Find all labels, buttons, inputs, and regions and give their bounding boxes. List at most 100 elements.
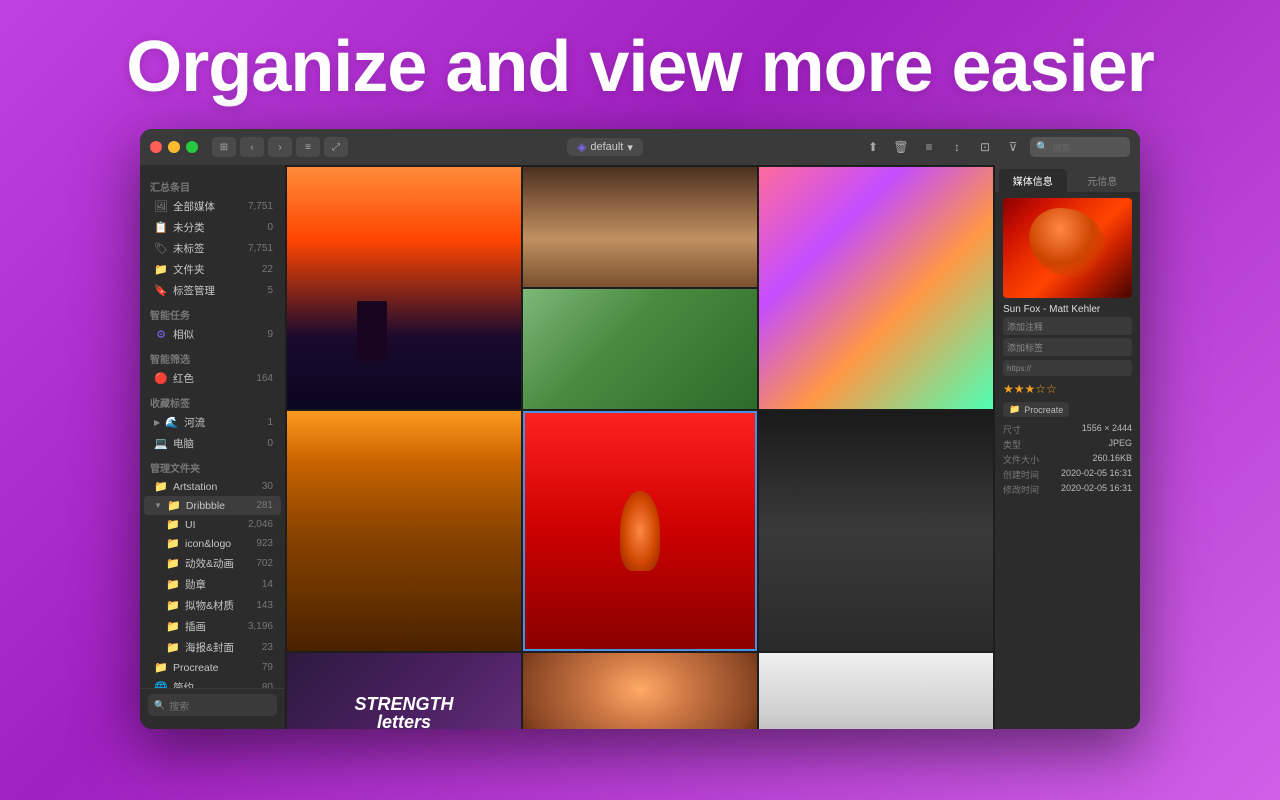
sidebar-item-animation[interactable]: 📁 动效&动画 702: [144, 553, 281, 574]
back-btn[interactable]: ‹: [240, 137, 264, 157]
poster-icon: 📁: [166, 641, 180, 654]
sidebar-item-folders[interactable]: 📁 文件夹 22: [144, 259, 281, 280]
materials-label: 拟物&材质: [185, 598, 248, 613]
grid-item-portrait[interactable]: [523, 653, 757, 729]
sidebar-item-materials[interactable]: 📁 拟物&材质 143: [144, 595, 281, 616]
grid-item-bird[interactable]: [523, 289, 757, 409]
red-icon: 🔴: [154, 372, 168, 385]
sidebar-item-computer[interactable]: 💻 电脑 0: [144, 433, 281, 454]
metadata-section: 尺寸 1556 × 2444 类型 JPEG 文件大小 260.16KB 创: [1003, 423, 1132, 496]
dribbble-icon: 📁: [167, 499, 181, 512]
artwork-title: Sun Fox - Matt Kehler: [1003, 304, 1132, 315]
expand-btn[interactable]: ⤢: [324, 137, 348, 157]
search-icon: 🔍: [1036, 142, 1048, 153]
titlebar: ⊞ ‹ › ≡ ⤢ ◈ default ▾ ⬆ 🗑 ≡ ↕ ⊡ ⊽ 🔍 搜索: [140, 129, 1140, 165]
traffic-light-green[interactable]: [186, 141, 198, 153]
section-smart-filter: 智能筛选: [140, 345, 285, 368]
sidebar-item-red[interactable]: 🔴 红色 164: [144, 368, 281, 389]
river-label: 河流: [184, 415, 248, 430]
tag-mgmt-count: 5: [253, 285, 273, 296]
grid-item-fashion[interactable]: [759, 411, 993, 651]
grid-view-btn[interactable]: ⊞: [212, 137, 236, 157]
nav-controls: ⊞ ‹ › ≡ ⤢: [212, 137, 348, 157]
sidebar-item-dribbble[interactable]: ▼ 📁 Dribbble 281: [144, 496, 281, 515]
star-rating[interactable]: ★★★☆☆: [1003, 382, 1132, 396]
sidebar-item-similar[interactable]: ⚙ 相似 9: [144, 324, 281, 345]
minimal-icon: 🌐: [154, 681, 168, 688]
right-panel-content: Sun Fox - Matt Kehler 添加注释 添加标签 https://…: [995, 192, 1140, 729]
search-box[interactable]: 🔍 搜索: [1030, 137, 1130, 157]
comment-input[interactable]: 添加注释: [1003, 317, 1132, 335]
sidebar-item-medals[interactable]: 📁 勋章 14: [144, 574, 281, 595]
computer-icon: 💻: [154, 437, 168, 450]
list-view-btn[interactable]: ≡: [296, 137, 320, 157]
sidebar-search[interactable]: 🔍 搜索: [148, 694, 277, 716]
sidebar-item-river[interactable]: ▶ 🌊 河流 1: [144, 412, 281, 433]
app-body: 汇总条目 🖼 全部媒体 7,751 📋 未分类 0 🏷 未标签 7,: [140, 165, 1140, 729]
filter-icon[interactable]: ⊽: [1002, 136, 1024, 158]
tag-input[interactable]: 添加标签: [1003, 338, 1132, 356]
all-media-icon: 🖼: [154, 200, 168, 213]
artstation-label: Artstation: [173, 481, 248, 493]
computer-label: 电脑: [173, 436, 248, 451]
chevron-down-icon: ▾: [627, 141, 633, 154]
untagged-count: 7,751: [248, 243, 273, 254]
procreate-count: 79: [253, 662, 273, 673]
tag-mgmt-label: 标签管理: [173, 283, 248, 298]
sort-icon[interactable]: ↕: [946, 136, 968, 158]
tab-media-info[interactable]: 媒体信息: [999, 169, 1067, 192]
sidebar-item-tag-mgmt[interactable]: 🔖 标签管理 5: [144, 280, 281, 301]
uncategorized-label: 未分类: [173, 220, 248, 235]
size-label: 尺寸: [1003, 423, 1021, 436]
grid-item-fantasy[interactable]: [287, 167, 521, 409]
sidebar-item-artstation[interactable]: 📁 Artstation 30: [144, 477, 281, 496]
search-placeholder: 搜索: [1052, 141, 1070, 154]
untagged-label: 未标签: [173, 241, 243, 256]
sidebar-search-placeholder: 搜索: [169, 698, 189, 713]
forward-btn[interactable]: ›: [268, 137, 292, 157]
traffic-light-yellow[interactable]: [168, 141, 180, 153]
procreate-icon: 📁: [154, 661, 168, 674]
right-panel: 媒体信息 元信息 Sun Fox - Matt Kehler 添加注释: [995, 165, 1140, 729]
sidebar-item-uncategorized[interactable]: 📋 未分类 0: [144, 217, 281, 238]
sidebar-item-all-media[interactable]: 🖼 全部媒体 7,751: [144, 196, 281, 217]
animation-label: 动效&动画: [185, 556, 248, 571]
folders-count: 22: [253, 264, 273, 275]
uncategorized-icon: 📋: [154, 221, 168, 234]
all-media-count: 7,751: [248, 201, 273, 212]
modified-value: 2020-02-05 16:31: [1061, 483, 1132, 496]
sidebar-item-procreate[interactable]: 📁 Procreate 79: [144, 658, 281, 677]
traffic-light-red[interactable]: [150, 141, 162, 153]
sidebar-item-iconlogo[interactable]: 📁 icon&logo 923: [144, 534, 281, 553]
list-icon[interactable]: ≡: [918, 136, 940, 158]
procreate-badge-label: Procreate: [1024, 405, 1063, 415]
medals-icon: 📁: [166, 578, 180, 591]
app-badge: 📁 Procreate: [1003, 402, 1069, 417]
trash-icon[interactable]: 🗑: [890, 136, 912, 158]
sidebar-item-untagged[interactable]: 🏷 未标签 7,751: [144, 238, 281, 259]
sidebar-item-poster[interactable]: 📁 海报&封面 23: [144, 637, 281, 658]
grid-item-letters[interactable]: STRENGTHletters: [287, 653, 521, 729]
grid-item-warrior[interactable]: [287, 411, 521, 651]
size-value: 1556 × 2444: [1082, 423, 1132, 436]
sidebar-item-illustration[interactable]: 📁 插画 3,196: [144, 616, 281, 637]
red-label: 红色: [173, 371, 248, 386]
dribbble-label: Dribbble: [186, 500, 248, 512]
sidebar-item-ui[interactable]: 📁 UI 2,046: [144, 515, 281, 534]
created-value: 2020-02-05 16:31: [1061, 468, 1132, 481]
grid-item-tiger[interactable]: [759, 653, 993, 729]
sidebar-item-minimal[interactable]: 🌐 简约 80: [144, 677, 281, 688]
similar-icon: ⚙: [154, 328, 168, 341]
grid-item-fox[interactable]: [523, 411, 757, 651]
tab-meta-info[interactable]: 元信息: [1069, 169, 1137, 192]
layout-icon[interactable]: ⊡: [974, 136, 996, 158]
default-dropdown[interactable]: ◈ default ▾: [567, 138, 643, 156]
untagged-icon: 🏷: [154, 242, 168, 255]
iconlogo-label: icon&logo: [185, 538, 248, 550]
tag-placeholder: 添加标签: [1007, 341, 1043, 354]
url-input[interactable]: https://: [1003, 360, 1132, 376]
grid-item-floral[interactable]: [759, 167, 993, 409]
grid-item-cheetah[interactable]: [523, 167, 757, 287]
illustration-label: 插画: [185, 619, 243, 634]
share-icon[interactable]: ⬆: [862, 136, 884, 158]
